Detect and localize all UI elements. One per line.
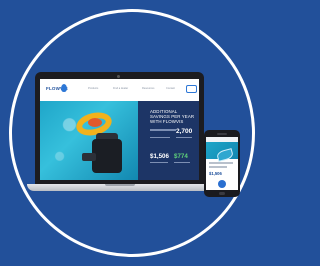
leaf-icon bbox=[215, 148, 235, 162]
stat-caption bbox=[150, 137, 170, 139]
nav-link-dealer[interactable]: Find a dealer bbox=[113, 87, 128, 90]
valve-product bbox=[92, 139, 122, 173]
nav-link-contact[interactable]: Contact bbox=[166, 87, 175, 90]
nav-link-resources[interactable]: Resources bbox=[142, 87, 154, 90]
stat-savings-two: $774 bbox=[174, 153, 188, 160]
hero-subtext bbox=[150, 129, 176, 131]
smartphone: $1,506 bbox=[204, 130, 240, 197]
laptop-screen: FLOWVIS Products Find a dealer Resources… bbox=[40, 79, 199, 180]
phone-screen: $1,506 bbox=[206, 137, 238, 190]
nav-link-products[interactable]: Products bbox=[88, 87, 98, 90]
hero-image-pool bbox=[40, 101, 138, 180]
phone-speaker bbox=[217, 133, 227, 135]
nav-cta-button[interactable] bbox=[186, 85, 197, 93]
stat-caption bbox=[150, 162, 168, 164]
stat-savings-one: $1,506 bbox=[150, 153, 169, 160]
stat-caption bbox=[174, 162, 190, 164]
hero-panel: Additional savings per year with FlowVis… bbox=[138, 101, 199, 180]
phone-text-line bbox=[209, 162, 233, 164]
phone-stat: $1,506 bbox=[209, 171, 222, 176]
hero-heading: Additional savings per year with FlowVis bbox=[150, 109, 195, 124]
laptop-base bbox=[27, 184, 213, 191]
laptop: FLOWVIS Products Find a dealer Resources… bbox=[35, 72, 204, 184]
water-drop-icon bbox=[61, 84, 67, 92]
phone-text-line bbox=[209, 166, 227, 168]
laptop-notch bbox=[105, 184, 135, 186]
badge-icon bbox=[218, 180, 226, 188]
home-button bbox=[219, 192, 225, 195]
stat-caption bbox=[176, 137, 192, 139]
float-center bbox=[88, 118, 102, 127]
stat-main: 2,700 bbox=[176, 128, 193, 135]
valve-pipe bbox=[82, 153, 96, 161]
site-header: FLOWVIS Products Find a dealer Resources… bbox=[40, 79, 199, 102]
phone-hero bbox=[206, 142, 238, 162]
camera-dot bbox=[117, 75, 120, 78]
